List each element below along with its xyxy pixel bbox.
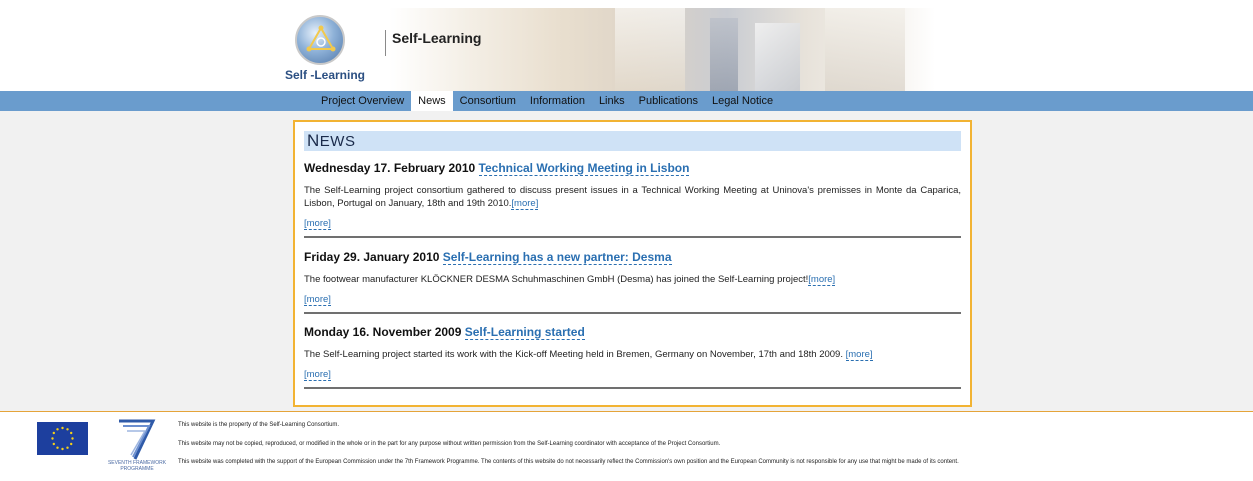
news-item-summary: The footwear manufacturer KLÖCKNER DESMA… <box>304 274 809 285</box>
header: Self -Learning Self-Learning <box>0 0 1253 91</box>
nav-item-news[interactable]: News <box>411 91 453 111</box>
more-link[interactable]: [more] <box>304 369 331 381</box>
news-item-summary: The Self-Learning project started its wo… <box>304 349 846 360</box>
more-link[interactable]: [more] <box>304 294 331 306</box>
news-item-title-link[interactable]: Technical Working Meeting in Lisbon <box>478 161 690 176</box>
news-item-header: Monday 16. November 2009 Self-Learning s… <box>304 325 961 340</box>
page-title-rest: EWS <box>319 133 356 150</box>
logo-network-icon <box>306 25 336 52</box>
fp7-logo-icon <box>105 417 167 464</box>
site-title-block: Self-Learning <box>385 30 481 56</box>
inline-more-link[interactable]: [more] <box>511 198 539 210</box>
inline-more-link[interactable]: [more] <box>845 349 873 361</box>
eu-flag-icon <box>37 422 88 455</box>
nav-item-publications[interactable]: Publications <box>632 91 705 111</box>
news-item: Monday 16. November 2009 Self-Learning s… <box>304 325 961 389</box>
footer-text-line: This website was completed with the supp… <box>178 459 959 465</box>
news-item-text: The Self-Learning project consortium gat… <box>304 184 961 210</box>
nav-items: Project Overview News Consortium Informa… <box>314 91 780 111</box>
nav-item-links[interactable]: Links <box>592 91 632 111</box>
page-title: NEWS <box>304 131 961 151</box>
news-item-date: Monday 16. November 2009 <box>304 325 462 339</box>
news-item: Wednesday 17. February 2010 Technical Wo… <box>304 161 961 238</box>
news-item-header: Friday 29. January 2010 Self-Learning ha… <box>304 250 961 265</box>
news-content-box: NEWS Wednesday 17. February 2010 Technic… <box>293 120 972 407</box>
footer-text-line: This website may not be copied, reproduc… <box>178 441 721 447</box>
news-item-date: Wednesday 17. February 2010 <box>304 161 476 175</box>
nav-item-information[interactable]: Information <box>523 91 592 111</box>
nav-item-legal-notice[interactable]: Legal Notice <box>705 91 780 111</box>
inline-more-link[interactable]: [more] <box>808 274 836 286</box>
footer-text-line: This website is the property of the Self… <box>178 422 340 428</box>
news-item-summary: The Self-Learning project consortium gat… <box>304 185 961 209</box>
news-item-header: Wednesday 17. February 2010 Technical Wo… <box>304 161 961 176</box>
more-link[interactable]: [more] <box>304 218 331 230</box>
news-item-date: Friday 29. January 2010 <box>304 250 440 264</box>
footer: SEVENTH FRAMEWORK PROGRAMME This website… <box>0 411 1253 481</box>
news-item-title-link[interactable]: Self-Learning has a new partner: Desma <box>442 250 672 265</box>
news-item-title-link[interactable]: Self-Learning started <box>464 325 585 340</box>
page-title-initial: N <box>307 131 320 150</box>
main-nav: Project Overview News Consortium Informa… <box>0 91 1253 111</box>
news-item-text: The Self-Learning project started its wo… <box>304 348 961 361</box>
header-banner-image <box>285 8 935 91</box>
self-learning-logo[interactable] <box>295 15 345 65</box>
news-item: Friday 29. January 2010 Self-Learning ha… <box>304 250 961 314</box>
nav-item-consortium[interactable]: Consortium <box>453 91 523 111</box>
logo-text: Self -Learning <box>285 68 366 82</box>
site-title: Self-Learning <box>392 30 482 46</box>
nav-item-project-overview[interactable]: Project Overview <box>314 91 411 111</box>
news-item-text: The footwear manufacturer KLÖCKNER DESMA… <box>304 273 961 286</box>
fp7-label: SEVENTH FRAMEWORK PROGRAMME <box>107 460 167 472</box>
main-area: NEWS Wednesday 17. February 2010 Technic… <box>0 111 1253 411</box>
